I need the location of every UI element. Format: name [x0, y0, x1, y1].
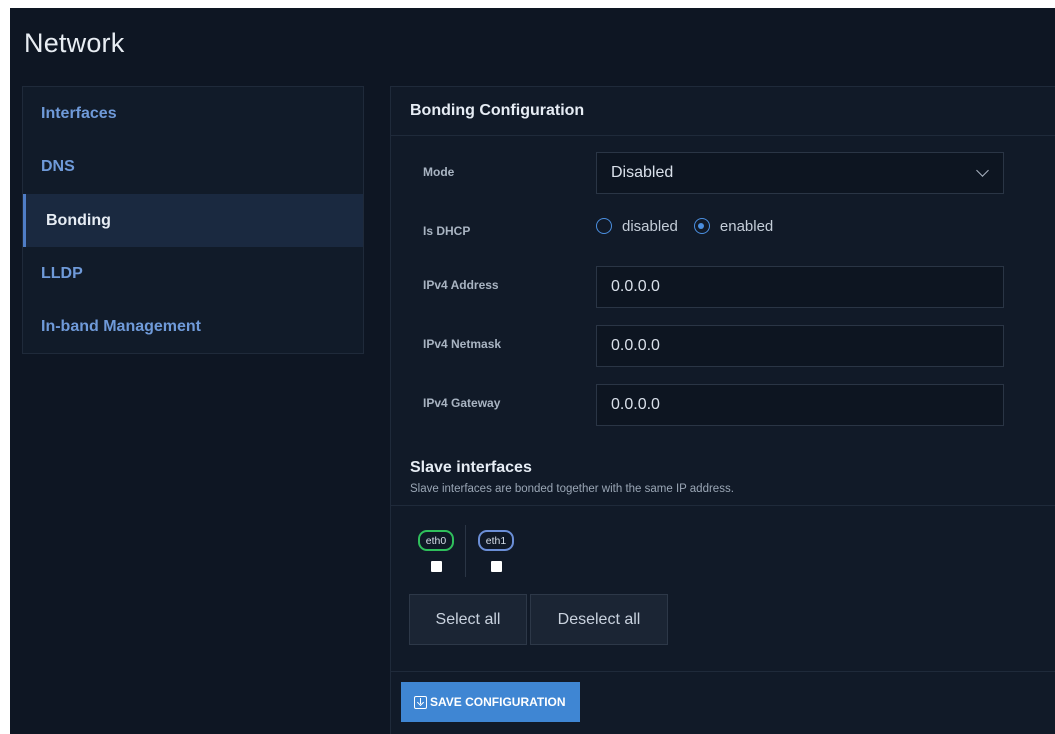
download-icon: [414, 695, 427, 709]
ipv4-gateway-field[interactable]: 0.0.0.0: [596, 384, 1004, 426]
interface-separator: [465, 525, 466, 577]
interface-eth1: eth1: [475, 530, 517, 572]
sidebar: Interfaces DNS Bonding LLDP In-band Mana…: [22, 86, 364, 354]
mode-value: Disabled: [611, 164, 674, 181]
network-app: Network Interfaces DNS Bonding LLDP In-b…: [10, 8, 1055, 734]
dhcp-label: Is DHCP: [423, 224, 471, 238]
sidebar-item-interfaces[interactable]: Interfaces: [23, 87, 363, 140]
sidebar-item-dns[interactable]: DNS: [23, 140, 363, 193]
radio-disabled[interactable]: [596, 218, 612, 234]
radio-enabled-label[interactable]: enabled: [720, 218, 773, 235]
deselect-all-button[interactable]: Deselect all: [530, 594, 668, 645]
slave-interfaces-description: Slave interfaces are bonded together wit…: [410, 483, 734, 495]
page-title: Network: [24, 28, 125, 58]
ipv4-netmask-label: IPv4 Netmask: [423, 337, 502, 351]
sidebar-item-inband-management[interactable]: In-band Management: [23, 300, 363, 353]
ipv4-gateway-label: IPv4 Gateway: [423, 396, 501, 410]
ipv4-address-label: IPv4 Address: [423, 278, 499, 292]
panel-header: Bonding Configuration: [391, 87, 1055, 136]
interface-eth0: eth0: [415, 530, 457, 572]
dhcp-radio-group: disabled enabled: [596, 216, 789, 236]
bonding-panel: Bonding Configuration Mode Disabled Is D…: [390, 86, 1055, 734]
divider: [391, 505, 1055, 506]
save-configuration-label: SAVE CONFIGURATION: [430, 695, 566, 709]
radio-enabled[interactable]: [693, 218, 710, 234]
footer-divider: [391, 671, 1055, 672]
ipv4-netmask-field[interactable]: 0.0.0.0: [596, 325, 1004, 367]
sidebar-item-bonding[interactable]: Bonding: [23, 194, 363, 247]
checkbox-eth0[interactable]: [430, 561, 442, 572]
save-configuration-button[interactable]: SAVE CONFIGURATION: [401, 682, 580, 722]
checkbox-eth1[interactable]: [490, 561, 502, 572]
interface-tag-eth1: eth1: [477, 530, 515, 551]
mode-select[interactable]: Disabled: [596, 152, 1004, 194]
select-all-button[interactable]: Select all: [409, 594, 527, 645]
sidebar-item-lldp[interactable]: LLDP: [23, 247, 363, 300]
chevron-down-icon: [976, 164, 989, 177]
slave-interfaces-title: Slave interfaces: [410, 459, 532, 476]
radio-disabled-label[interactable]: disabled: [622, 218, 678, 235]
mode-label: Mode: [423, 165, 455, 179]
ipv4-address-field[interactable]: 0.0.0.0: [596, 266, 1004, 308]
interface-tag-eth0: eth0: [417, 530, 455, 551]
